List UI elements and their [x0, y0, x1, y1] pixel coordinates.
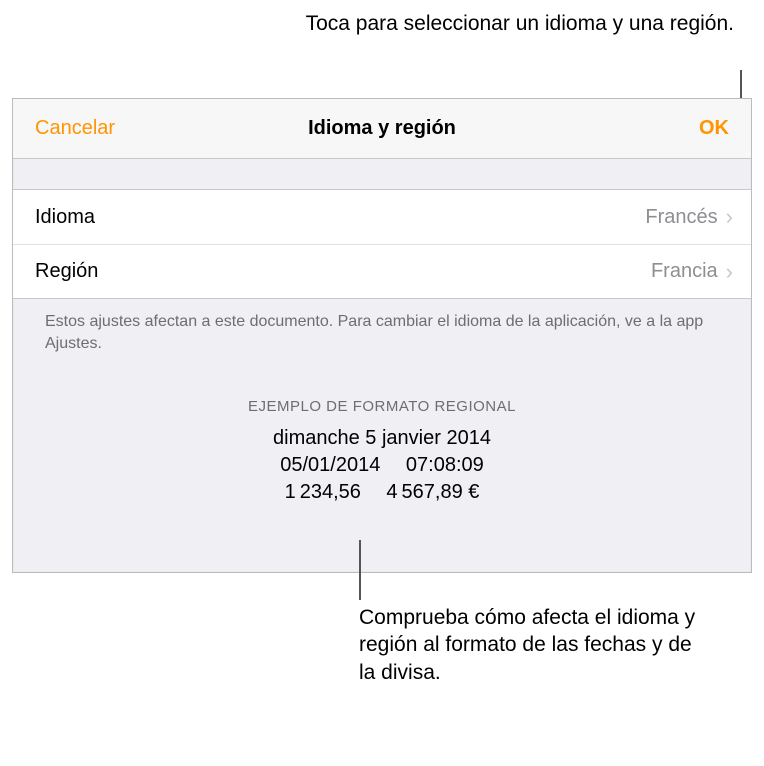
row-region[interactable]: Región Francia ›: [13, 244, 751, 298]
language-region-panel: Cancelar Idioma y región OK Idioma Franc…: [12, 98, 752, 573]
chevron-right-icon: ›: [726, 261, 733, 283]
panel-title: Idioma y región: [308, 117, 456, 140]
panel-header: Cancelar Idioma y región OK: [13, 99, 751, 159]
example-line-numbers: 1 234,56 4 567,89 €: [13, 479, 751, 506]
row-region-value: Francia: [651, 260, 718, 283]
footer-note: Estos ajustes afectan a este documento. …: [13, 299, 751, 354]
row-region-label: Región: [35, 260, 98, 283]
example-header: EJEMPLO DE FORMATO REGIONAL: [13, 398, 751, 415]
callout-bottom: Comprueba cómo afecta el idioma y región…: [359, 604, 699, 686]
row-idioma-value: Francés: [645, 206, 717, 229]
row-idioma-label: Idioma: [35, 206, 95, 229]
settings-list: Idioma Francés › Región Francia ›: [13, 189, 751, 299]
example-line-date-long: dimanche 5 janvier 2014: [13, 425, 751, 452]
callout-bottom-leader: [359, 540, 361, 600]
example-section: EJEMPLO DE FORMATO REGIONAL dimanche 5 j…: [13, 398, 751, 506]
row-idioma[interactable]: Idioma Francés ›: [13, 190, 751, 244]
chevron-right-icon: ›: [726, 206, 733, 228]
cancel-button[interactable]: Cancelar: [35, 117, 115, 140]
callout-top: Toca para seleccionar un idioma y una re…: [306, 10, 734, 37]
ok-button[interactable]: OK: [699, 117, 729, 140]
example-line-date-time: 05/01/2014 07:08:09: [13, 452, 751, 479]
